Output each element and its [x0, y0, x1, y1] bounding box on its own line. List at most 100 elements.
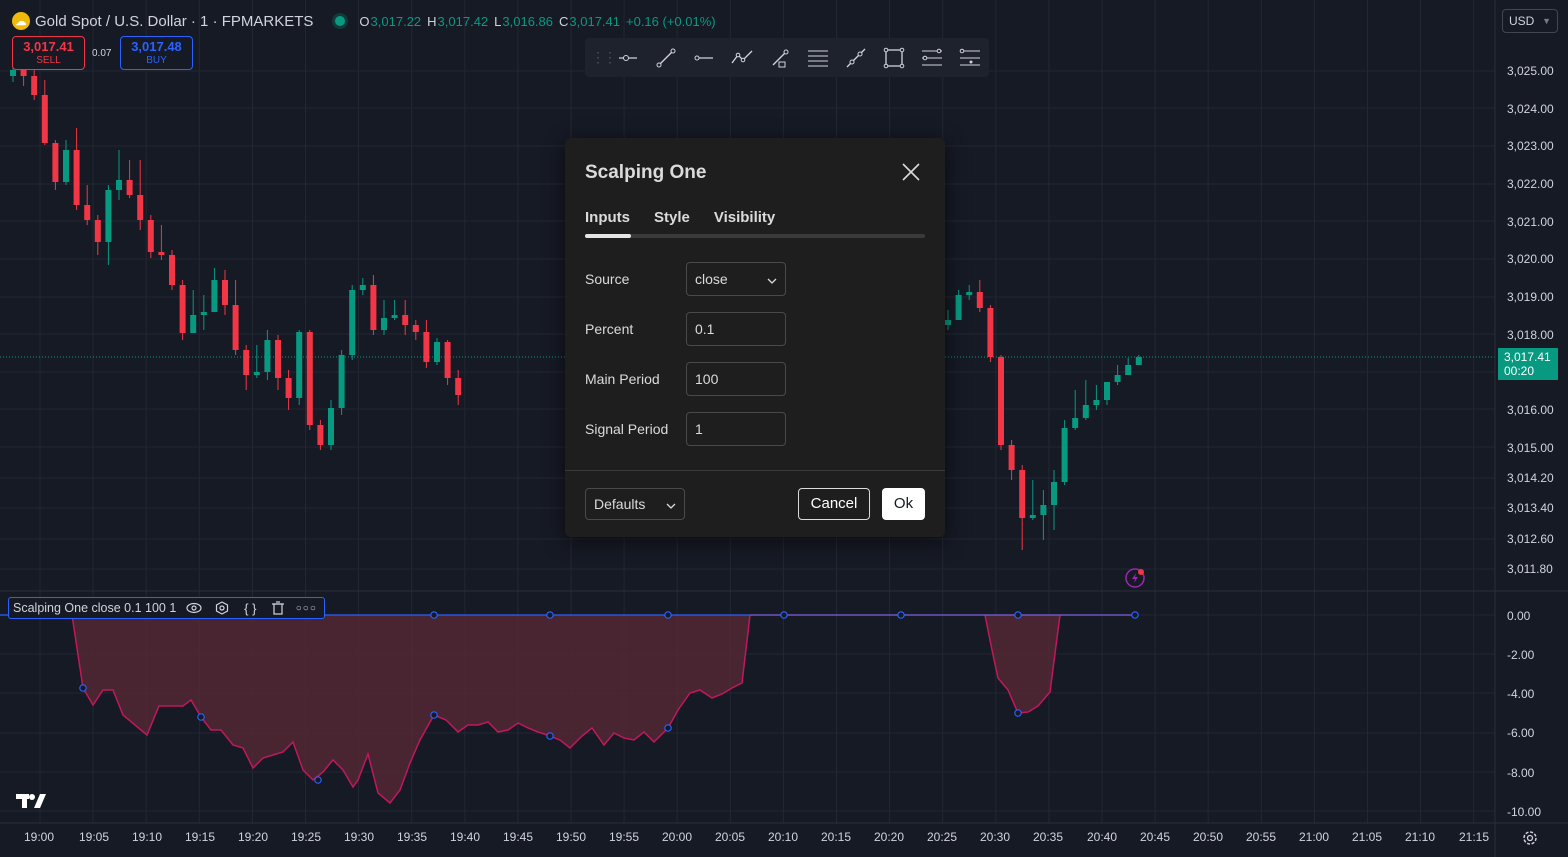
buy-label: BUY: [146, 55, 167, 66]
tradingview-logo-icon[interactable]: [16, 792, 46, 815]
indicator-settings-dialog: Scalping One Inputs Style Visibility Sou…: [565, 138, 945, 537]
rectangle-icon[interactable]: [875, 43, 913, 73]
time-axis-label: 20:15: [821, 830, 852, 844]
source-code-icon[interactable]: { }: [236, 601, 264, 616]
candle-body: [73, 150, 80, 205]
price-axis-label: 3,025.00: [1507, 64, 1554, 78]
eye-icon[interactable]: [180, 602, 208, 614]
trash-icon[interactable]: [264, 601, 292, 615]
time-axis-label: 20:25: [927, 830, 958, 844]
time-axis-label: 19:25: [291, 830, 322, 844]
time-axis-label: 21:00: [1299, 830, 1330, 844]
high-key: H: [427, 13, 437, 29]
signal-period-input[interactable]: 1: [686, 412, 786, 446]
candle-body: [1082, 405, 1089, 418]
indicator-legend-label: Scalping One close 0.1 100 1: [13, 601, 177, 615]
candle-body: [1114, 375, 1121, 382]
parallel-channel-icon[interactable]: [799, 43, 837, 73]
last-price: 3,017.41: [1504, 350, 1551, 364]
indicator-marker: [546, 611, 554, 619]
time-axis-label: 21:05: [1352, 830, 1383, 844]
symbol-title[interactable]: Gold Spot / U.S. Dollar · 1 · FPMARKETS: [35, 13, 313, 30]
horizontal-line-icon[interactable]: [685, 43, 723, 73]
indicator-area-fill: [72, 615, 750, 803]
tab-visibility[interactable]: Visibility: [714, 209, 775, 226]
percent-value: 0.1: [695, 321, 715, 337]
price-axis-label: 3,024.00: [1507, 102, 1554, 116]
candle-body: [190, 315, 197, 333]
percent-input[interactable]: 0.1: [686, 312, 786, 346]
candle-body: [423, 332, 430, 362]
spread-value: 0.07: [92, 48, 112, 59]
sell-price: 3,017.41: [23, 39, 74, 54]
candle-body: [52, 143, 59, 182]
candle-body: [998, 357, 1004, 445]
indicator-marker: [664, 724, 672, 732]
time-axis-label: 19:15: [185, 830, 216, 844]
candle-body: [94, 220, 101, 242]
tab-style[interactable]: Style: [654, 209, 690, 226]
candle-body: [455, 378, 462, 395]
candle-body: [381, 318, 387, 330]
more-options-icon[interactable]: ○○○: [292, 603, 320, 614]
candle-body: [1008, 445, 1015, 470]
settings-icon[interactable]: [208, 601, 236, 615]
candle-body: [945, 320, 951, 325]
active-tab-indicator: [585, 234, 631, 238]
close-value: 3,017.41: [569, 13, 620, 29]
candle-body: [222, 280, 228, 305]
candle-body: [105, 190, 112, 242]
indicator-axis-label: -4.00: [1507, 687, 1535, 701]
candle-body: [306, 332, 313, 425]
drag-handle-icon[interactable]: ⋮⋮: [591, 49, 617, 66]
time-axis-label: 20:35: [1033, 830, 1064, 844]
ok-button[interactable]: Ok: [882, 488, 925, 520]
defaults-dropdown[interactable]: Defaults: [585, 488, 685, 520]
time-axis-label: 19:55: [609, 830, 640, 844]
main-period-input[interactable]: 100: [686, 362, 786, 396]
indicator-marker: [1014, 709, 1022, 717]
candle-body: [179, 285, 186, 333]
time-axis-label: 19:10: [132, 830, 163, 844]
main-period-label: Main Period: [585, 371, 660, 387]
sell-button[interactable]: 3,017.41 SELL: [12, 36, 85, 70]
market-status-icon[interactable]: [335, 16, 346, 26]
cancel-button[interactable]: Cancel: [798, 488, 870, 520]
source-select[interactable]: close: [686, 262, 786, 296]
horizontal-ray-icon[interactable]: [609, 43, 647, 73]
fib-retracement-icon[interactable]: [913, 43, 951, 73]
indicator-legend[interactable]: Scalping One close 0.1 100 1 { } ○○○: [8, 597, 326, 619]
path-icon[interactable]: [723, 43, 761, 73]
chevron-down-icon: [666, 496, 676, 512]
time-axis-label: 20:55: [1246, 830, 1277, 844]
percent-label: Percent: [585, 321, 634, 337]
candle-body: [41, 95, 48, 143]
ray-icon[interactable]: [761, 43, 799, 73]
gear-icon[interactable]: [1521, 829, 1539, 852]
drawing-toolbar: ⋮⋮: [585, 38, 989, 77]
candle-body: [1072, 418, 1079, 428]
symbol-header[interactable]: ☁ Gold Spot / U.S. Dollar · 1 · FPMARKET…: [12, 10, 716, 32]
candle-body: [1040, 505, 1047, 515]
indicator-marker: [897, 611, 905, 619]
tab-inputs[interactable]: Inputs: [585, 209, 630, 226]
extended-line-icon[interactable]: [837, 43, 875, 73]
price-axis-label: 3,012.60: [1507, 532, 1554, 546]
candle-body: [1104, 382, 1110, 400]
candle-body: [955, 295, 962, 320]
gann-icon[interactable]: [951, 43, 989, 73]
currency-select[interactable]: USD ▼: [1502, 9, 1558, 33]
trend-line-icon[interactable]: [647, 43, 685, 73]
candle-body: [444, 342, 451, 378]
sell-label: SELL: [36, 55, 61, 66]
time-axis-label: 21:10: [1405, 830, 1436, 844]
dialog-footer-divider: [565, 470, 945, 471]
candle-body: [116, 180, 122, 190]
close-icon[interactable]: [899, 160, 923, 184]
buy-button[interactable]: 3,017.48 BUY: [120, 36, 193, 70]
time-axis-label: 20:50: [1193, 830, 1224, 844]
candle-body: [402, 315, 409, 325]
candle-body: [264, 340, 271, 372]
indicator-marker: [314, 776, 322, 784]
candle-body: [84, 205, 91, 220]
